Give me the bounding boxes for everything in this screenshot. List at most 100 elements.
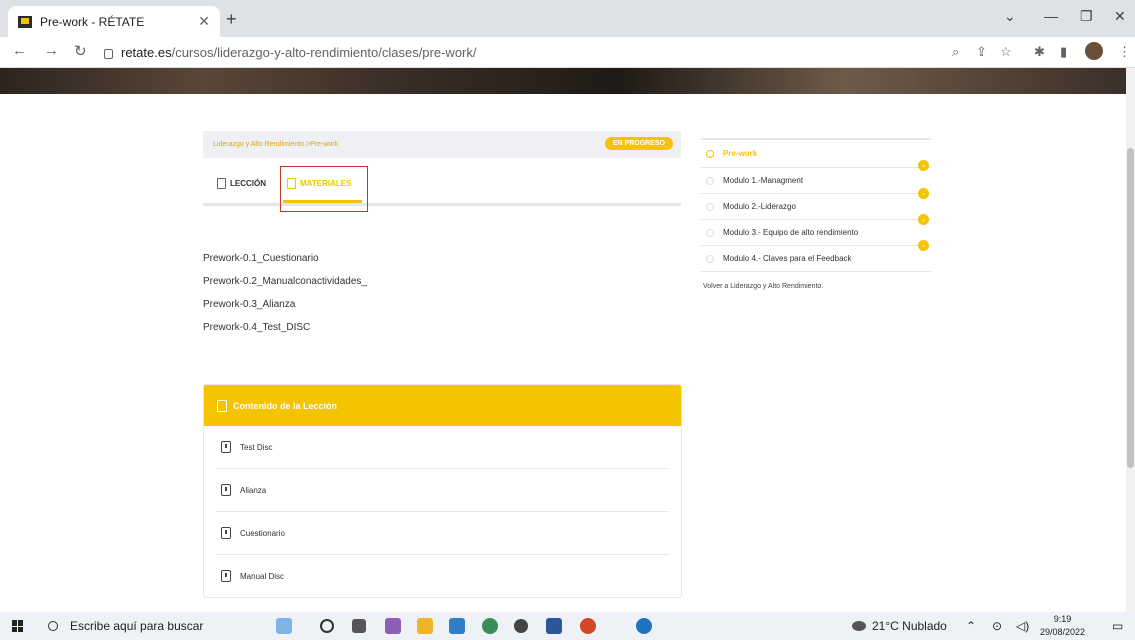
materials-list: Prework-0.1_Cuestionario Prework-0.2_Man… [203,247,367,339]
module-label: Pre-work [723,149,758,158]
progress-circle-icon [706,176,714,185]
page-scrollbar[interactable] [1126,68,1135,612]
file-explorer-icon[interactable] [417,618,433,634]
course-breadcrumb-bar: Liderazgo y Alto Rendimiento. > Pre-work… [203,131,681,158]
highlight-annotation-box [280,166,368,212]
content-item-label: Manual Disc [240,571,285,581]
document-icon [217,399,227,412]
back-arrow-icon[interactable]: ← [12,42,27,59]
help-icon[interactable] [636,618,652,634]
paint-app-icon[interactable] [385,618,401,634]
taskbar-clock[interactable]: 9:19 29/08/2022 [1040,613,1085,639]
forward-arrow-icon[interactable]: → [44,42,59,59]
weather-text[interactable]: 21°C Nublado [872,619,947,633]
material-link[interactable]: Prework-0.1_Cuestionario [203,247,367,270]
url-host: retate.es [121,45,172,60]
search-icon [48,621,58,631]
content-item[interactable]: Cuestionario [216,512,669,555]
clock-date: 29/08/2022 [1040,627,1086,637]
tab-search-icon[interactable]: ⌄ [1004,8,1016,25]
network-icon[interactable]: ⊙ [992,619,1002,633]
lesson-content-title: Contenido de la Lección [233,400,338,411]
module-item-liderazgo[interactable]: Modulo 2.-Liderazgo ⌄ [701,194,931,225]
content-item[interactable]: Alianza [216,469,669,512]
progress-circle-icon [706,228,714,237]
module-label: Modulo 3.- Equipo de alto rendimiento [723,228,859,237]
close-tab-icon[interactable]: ✕ [198,13,210,30]
photos-app-icon[interactable] [449,618,465,634]
minimize-icon[interactable]: — [1044,8,1058,24]
module-item-managment[interactable]: Modulo 1.-Managment ⌄ [701,168,931,199]
lesson-content-panel: Contenido de la Lección Test Disc Alianz… [203,384,682,598]
tab-leccion[interactable]: LECCIÓN [217,178,266,189]
url-path: /cursos/liderazgo-y-alto-rendimiento/cla… [171,45,477,60]
search-highlights-icon[interactable] [276,618,292,634]
address-bar[interactable]: retate.es /cursos/liderazgo-y-alto-rendi… [104,41,934,64]
browser-tab[interactable]: Pre-work - RÉTATE ✕ [8,6,220,37]
material-link[interactable]: Prework-0.3_Alianza [203,293,367,316]
taskbar-search-placeholder: Escribe aquí para buscar [70,619,204,633]
side-panel-icon[interactable]: ▮ [1060,44,1067,60]
progress-circle-icon [706,149,714,158]
module-label: Modulo 1.-Managment [723,176,804,185]
windows-start-icon[interactable] [12,620,24,632]
cloud-weather-icon [852,621,866,631]
chevron-up-icon[interactable]: ⌃ [966,619,976,633]
scrollbar-thumb[interactable] [1127,148,1134,468]
notifications-icon[interactable]: ▭ [1112,619,1123,633]
extensions-icon[interactable]: ✱ [1034,44,1045,60]
file-icon [221,570,231,582]
hero-image [0,68,1126,94]
powerpoint-app-icon[interactable] [580,618,596,634]
module-label: Modulo 2.-Liderazgo [723,202,796,211]
reload-icon[interactable]: ↻ [74,42,87,60]
restore-icon[interactable]: ❐ [1080,8,1093,25]
content-item[interactable]: Test Disc [216,426,669,469]
file-icon [221,527,231,539]
settings-gear-icon[interactable] [514,619,528,633]
breadcrumb-lesson-link[interactable]: Pre-work [310,141,338,148]
windows-taskbar: Escribe aquí para buscar 21°C Nublado ⌃ … [0,612,1135,640]
module-item-feedback[interactable]: Modulo 4.- Claves para el Feedback [701,246,931,272]
clock-time: 9:19 [1053,614,1072,624]
zoom-icon[interactable]: ⌕ [952,44,959,60]
tab-title: Pre-work - RÉTATE [40,14,145,29]
task-view-icon[interactable] [352,619,366,633]
file-icon [221,441,231,453]
lock-icon [104,48,113,59]
new-tab-icon[interactable]: + [226,9,237,30]
module-label: Modulo 4.- Claves para el Feedback [723,254,852,263]
material-link[interactable]: Prework-0.4_Test_DISC [203,316,367,339]
browser-tabstrip: Pre-work - RÉTATE ✕ + ⌄ — ❐ ✕ [0,0,1135,37]
profile-avatar[interactable] [1085,42,1103,60]
word-app-icon[interactable] [546,618,562,634]
progress-circle-icon [706,202,714,211]
chrome-app-icon[interactable] [482,618,498,634]
breadcrumb-course-link[interactable]: Liderazgo y Alto Rendimiento. [213,141,306,148]
material-link[interactable]: Prework-0.2_Manualconactividades_ [203,270,367,293]
cortana-icon[interactable] [320,619,334,633]
content-item-label: Test Disc [240,442,273,452]
module-item-pre-work[interactable]: Pre-work ⌄ [701,140,931,171]
content-item-label: Cuestionario [240,528,285,538]
site-favicon-icon [18,15,32,28]
share-icon[interactable]: ⇪ [976,44,987,60]
module-sidebar: Pre-work ⌄ Modulo 1.-Managment ⌄ Modulo … [701,138,931,272]
bookmark-star-icon[interactable]: ☆ [1000,44,1012,60]
tab-label: LECCIÓN [230,179,266,188]
close-window-icon[interactable]: ✕ [1114,8,1126,25]
module-item-equipo[interactable]: Modulo 3.- Equipo de alto rendimiento ⌄ [701,220,931,251]
back-to-course-link[interactable]: Volver a Liderazgo y Alto Rendimiento. [703,283,823,290]
volume-icon[interactable]: ◁) [1016,619,1029,633]
status-badge: EN PROGRESO [604,137,673,150]
progress-circle-icon [706,254,714,263]
menu-kebab-icon[interactable]: ⋮ [1118,44,1131,60]
content-item-label: Alianza [240,485,267,495]
lesson-tabs: LECCIÓN MATERIALES [203,168,681,206]
lesson-icon [217,178,226,189]
file-icon [221,484,231,496]
content-item[interactable]: Manual Disc [216,555,669,597]
taskbar-search-box[interactable]: Escribe aquí para buscar [48,612,248,640]
lesson-content-header: Contenido de la Lección [204,385,681,426]
browser-toolbar: ← → ↻ retate.es /cursos/liderazgo-y-alto… [0,37,1135,68]
